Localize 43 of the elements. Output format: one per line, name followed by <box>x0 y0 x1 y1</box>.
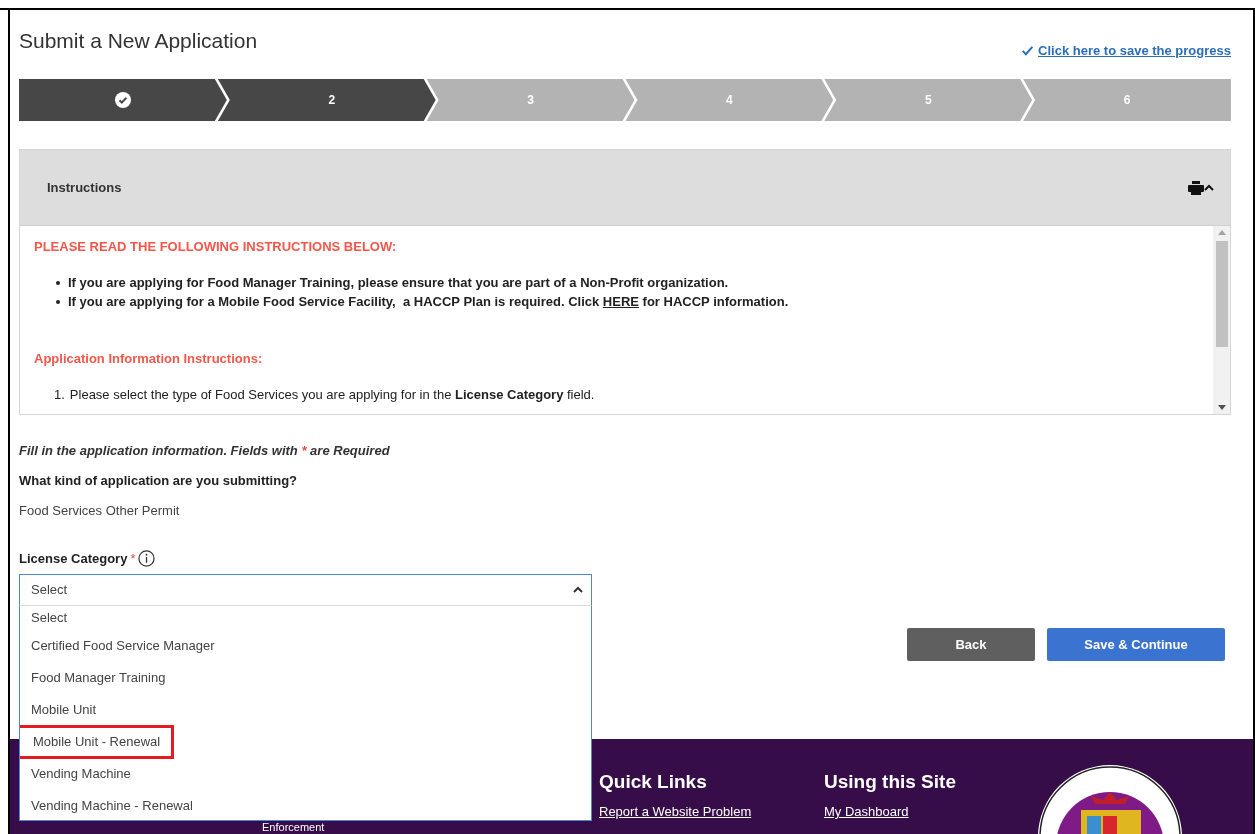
instruction-text: If you are applying for Food Manager Training, please ensure that you are part of a Non-Profit organization. <box>68 273 729 292</box>
scrollbar[interactable] <box>1213 226 1230 414</box>
haccp-link[interactable]: HERE <box>602 293 639 309</box>
instructions-header[interactable]: Instructions <box>20 150 1230 226</box>
dropdown-option[interactable]: Food Manager Training <box>20 668 166 688</box>
field-label: License Category <box>19 549 128 568</box>
back-button[interactable]: Back <box>907 628 1035 661</box>
print-icon[interactable] <box>1188 180 1204 195</box>
check-icon <box>1021 43 1035 57</box>
info-icon[interactable] <box>138 549 156 567</box>
dropdown-option[interactable]: Certified Food Service Manager <box>20 636 215 656</box>
application-type-value: Food Services Other Permit <box>19 502 181 520</box>
check-circle-icon <box>114 92 131 108</box>
collapse-icon[interactable] <box>1204 182 1214 193</box>
list-number: 1. <box>54 386 65 404</box>
progress-step: 2 <box>217 79 436 121</box>
footer-heading: Quick Links <box>599 771 708 793</box>
footer-text: Enforcement <box>262 822 325 833</box>
dropdown-option[interactable]: Mobile Unit <box>20 700 97 720</box>
progress-step: 4 <box>625 79 834 121</box>
instruction-text: Please select the type of Food Services you are applying for in the License Category field. <box>69 386 595 404</box>
save-continue-button[interactable]: Save & Continue <box>1047 628 1225 661</box>
progress-step: 6 <box>1023 79 1231 121</box>
footer-heading: Using this Site <box>824 771 957 793</box>
instructions-heading: PLEASE READ THE FOLLOWING INSTRUCTIONS BELOW: <box>34 238 398 256</box>
dropdown-option[interactable]: Mobile Unit - Renewal <box>20 725 175 759</box>
instructions-title: Instructions <box>47 178 122 197</box>
dropdown-option[interactable]: Select <box>20 608 68 628</box>
instructions-heading: Application Information Instructions: <box>34 349 264 368</box>
save-progress-link[interactable]: Click here to save the progress <box>1021 40 1231 60</box>
question-label: What kind of application are you submitting? <box>19 471 299 490</box>
license-category-select[interactable]: Select <box>19 574 592 606</box>
progress-step: 3 <box>426 79 635 121</box>
page-title: Submit a New Application <box>19 27 258 54</box>
required-mark: * <box>130 549 136 568</box>
form-note: Fill in the application information. Fields with * are Required <box>19 442 391 460</box>
dropdown-option[interactable]: Vending Machine - Renewal <box>20 796 193 816</box>
caret-icon <box>573 586 583 594</box>
footer-link[interactable]: My Dashboard <box>824 802 909 822</box>
dropdown-option[interactable]: Vending Machine <box>20 764 131 784</box>
instruction-text: If you are applying for a Mobile Food Service Facility, a HACCP Plan is required. Click HERE for HACCP information. <box>68 292 789 311</box>
progress-step: 5 <box>824 79 1033 121</box>
footer-link[interactable]: Report a Website Problem <box>599 802 752 822</box>
